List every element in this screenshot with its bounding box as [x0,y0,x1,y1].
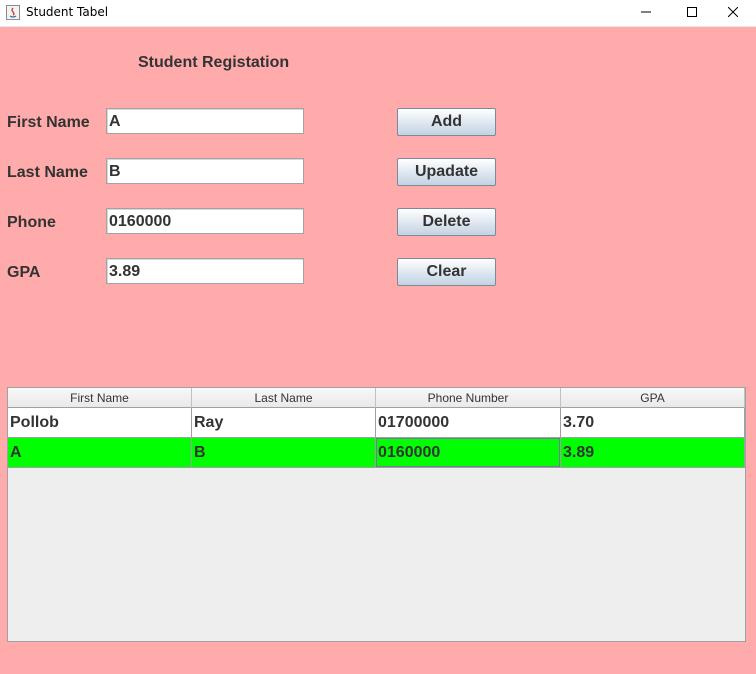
add-button[interactable]: Add [397,108,496,136]
maximize-icon [687,7,697,17]
close-icon [728,7,738,17]
phone-field[interactable]: 0160000 [106,208,304,234]
phone-label: Phone [7,214,56,231]
table-header: First Name Last Name Phone Number GPA [8,388,745,408]
table-cell[interactable]: 01700000 [376,408,561,438]
table-cell[interactable]: 3.70 [561,408,745,438]
minimize-button[interactable] [623,0,669,26]
delete-button[interactable]: Delete [397,208,496,236]
table-cell-focused[interactable]: 0160000 [376,438,561,468]
column-header-phone-number[interactable]: Phone Number [376,388,561,408]
table-cell[interactable]: B [192,438,376,468]
form-heading: Student Registation [138,54,290,71]
table-cell[interactable]: A [8,438,192,468]
window-title: Student Tabel [26,5,109,19]
table-cell[interactable]: Pollob [8,408,192,438]
title-bar: Student Tabel [0,0,756,27]
column-header-last-name[interactable]: Last Name [192,388,376,408]
table-cell[interactable]: Ray [192,408,376,438]
student-table[interactable]: First Name Last Name Phone Number GPA Po… [7,387,746,642]
table-cell[interactable]: 3.89 [561,438,745,468]
first-name-field[interactable]: A [106,108,304,134]
column-header-first-name[interactable]: First Name [8,388,192,408]
gpa-field[interactable]: 3.89 [106,258,304,284]
main-panel: Student Registation First Name A Last Na… [0,27,756,674]
clear-button[interactable]: Clear [397,258,496,286]
gpa-label: GPA [7,264,41,281]
maximize-button[interactable] [669,0,715,26]
first-name-label: First Name [7,114,90,131]
column-header-gpa[interactable]: GPA [561,388,745,408]
minimize-icon [641,11,651,13]
table-row[interactable]: Pollob Ray 01700000 3.70 [8,408,745,438]
update-button[interactable]: Upadate [397,158,496,186]
last-name-field[interactable]: B [106,158,304,184]
java-app-icon [6,5,20,20]
last-name-label: Last Name [7,164,88,181]
table-row-selected[interactable]: A B 0160000 3.89 [8,438,745,468]
close-button[interactable] [710,0,756,26]
